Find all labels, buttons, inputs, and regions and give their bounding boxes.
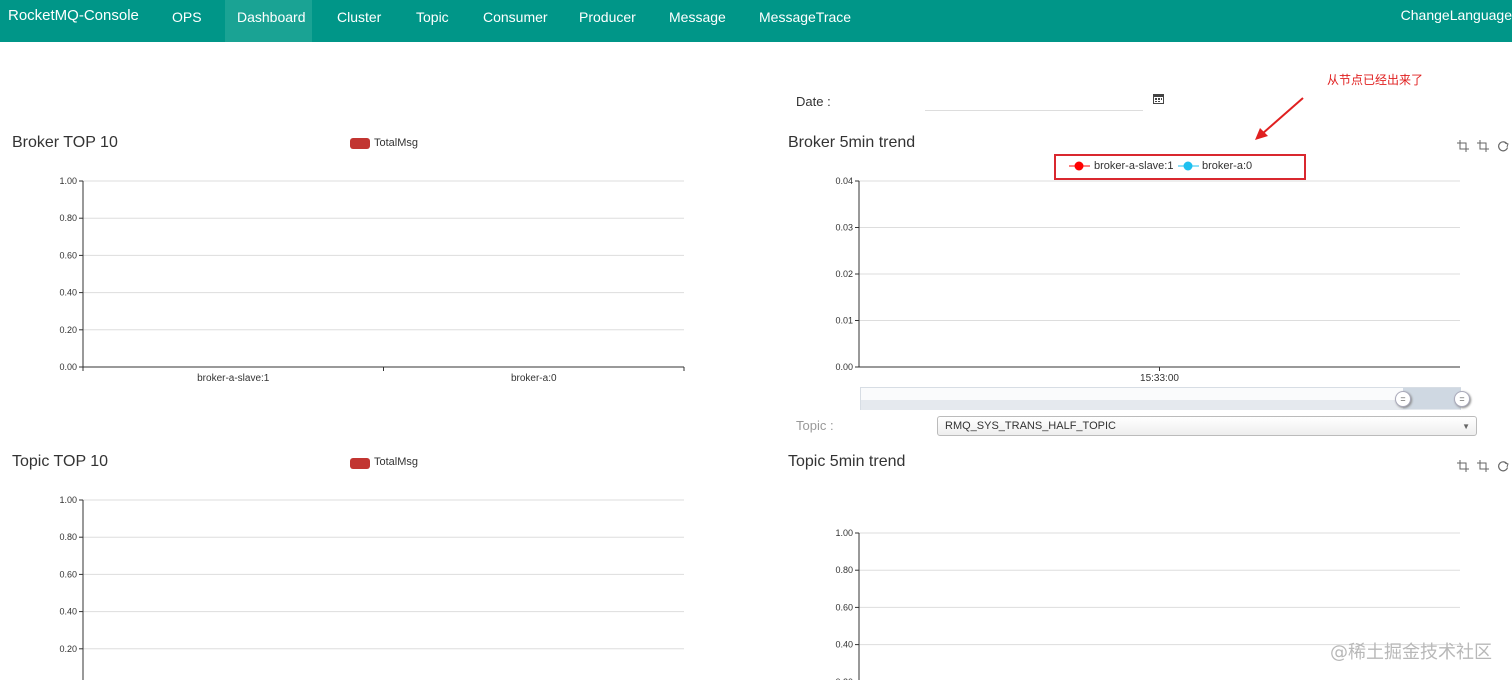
ytick-label: 0.00: [59, 362, 77, 372]
ytick-label: 0.60: [59, 250, 77, 260]
ytick-label: 1.00: [835, 528, 853, 538]
ytick-label: 0.60: [835, 602, 853, 612]
xtick-label: broker-a-slave:1: [197, 373, 270, 384]
ytick-label: 0.00: [835, 362, 853, 372]
ytick-label: 0.60: [59, 569, 77, 579]
ytick-label: 0.80: [59, 213, 77, 223]
ytick-label: 0.02: [835, 269, 853, 279]
watermark: @稀土掘金技术社区: [1330, 642, 1492, 663]
charts-layer: 0.00 0.20 0.40 0.60 0.80 1.00 broker-a-slave:1…: [59, 176, 1460, 680]
ytick-label: 0.04: [835, 176, 853, 186]
ytick-label: 0.80: [59, 532, 77, 542]
ytick-label: 0.20: [59, 325, 77, 335]
ytick-label: 1.00: [59, 495, 77, 505]
ytick-label: 0.40: [59, 607, 77, 617]
ytick-label: 0.40: [59, 288, 77, 298]
ytick-label: 0.03: [835, 223, 853, 233]
ytick-label: 0.01: [835, 316, 853, 326]
ytick-label: 0.20: [59, 644, 77, 654]
ytick-label: 0.40: [835, 640, 853, 650]
ytick-label: 0.80: [835, 565, 853, 575]
ytick-label: 1.00: [59, 176, 77, 186]
xtick-label: broker-a:0: [511, 373, 557, 384]
xtick-label: 15:33:00: [1140, 373, 1179, 384]
